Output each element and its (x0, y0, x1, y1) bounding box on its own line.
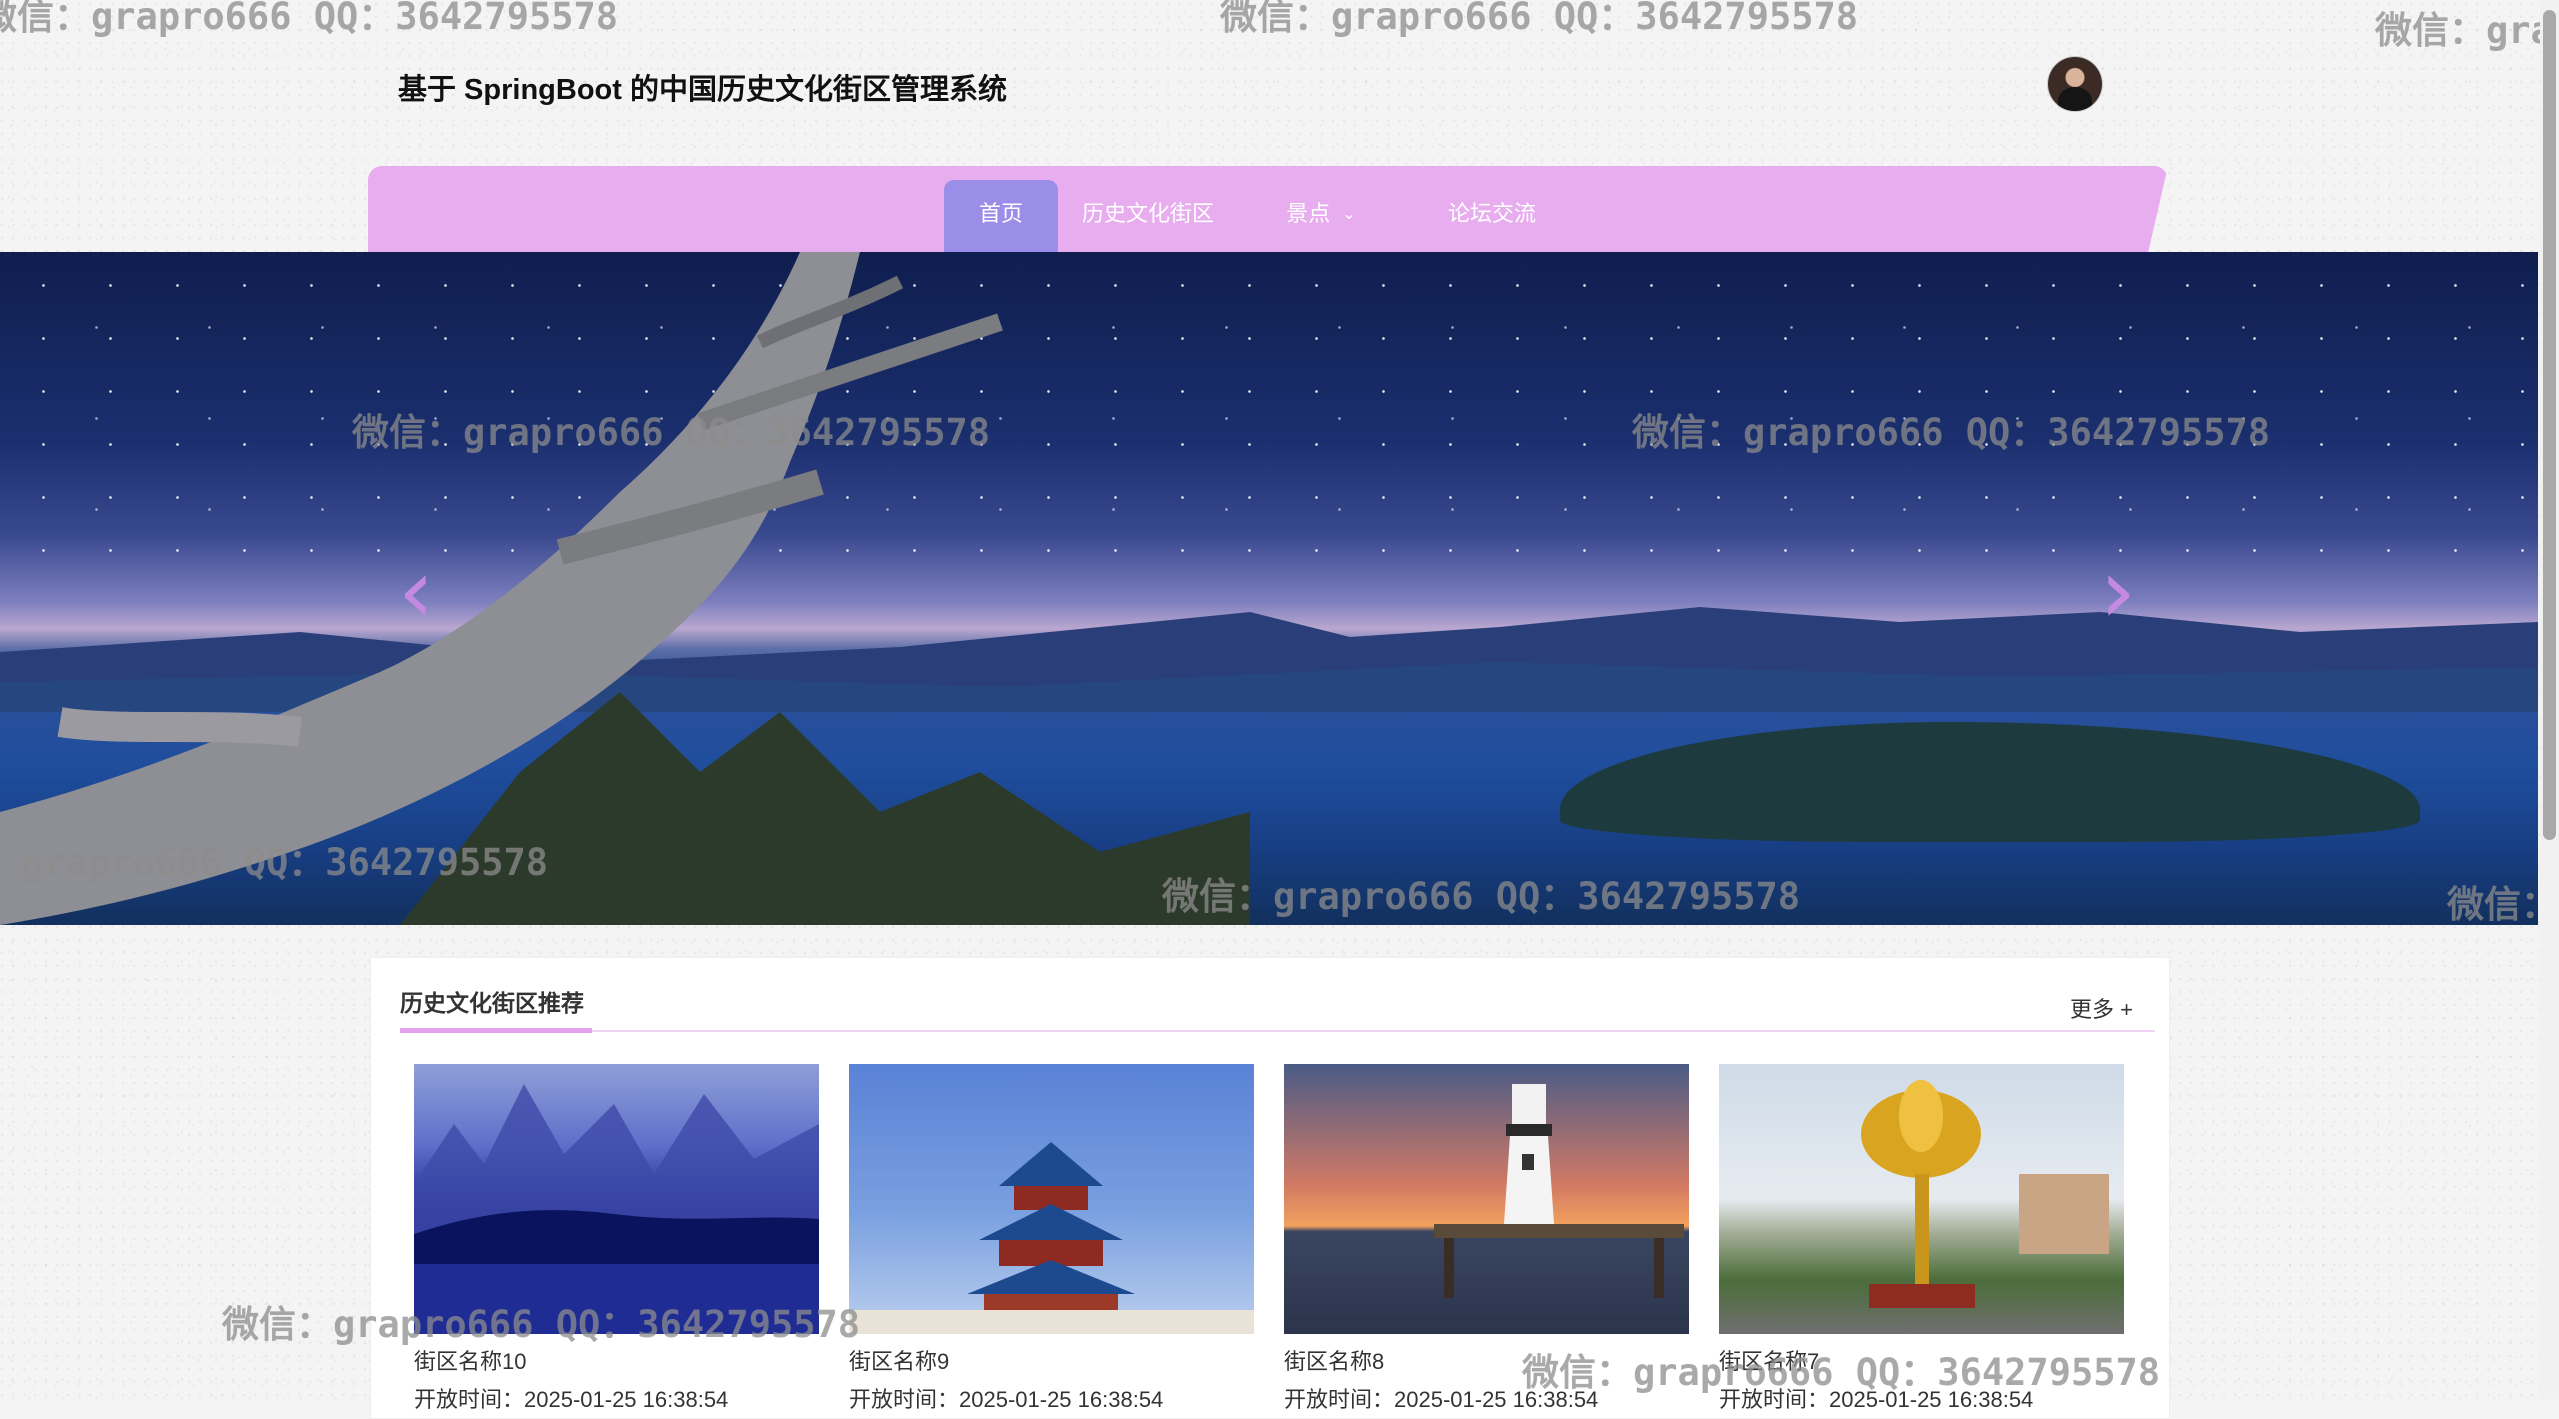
temple-of-heaven-image (849, 1142, 1254, 1334)
user-avatar[interactable] (2048, 57, 2102, 111)
district-card-image[interactable] (1719, 1064, 2124, 1334)
nav-item-forum[interactable]: 论坛交流 (1430, 180, 1554, 252)
recommend-title: 历史文化街区推荐 (400, 990, 584, 1016)
district-card-time: 开放时间：2025-01-25 16:38:54 (1719, 1387, 2034, 1412)
banner-prev-button[interactable]: ‹ (386, 547, 446, 637)
chevron-right-icon: › (2100, 539, 2136, 644)
nav-item-home-label: 首页 (978, 201, 1023, 226)
district-card[interactable]: 街区名称8 开放时间：2025-01-25 16:38:54 (1284, 1064, 1689, 1414)
district-card-name: 街区名称9 (849, 1349, 950, 1374)
site-title: 基于 SpringBoot 的中国历史文化街区管理系统 (398, 74, 1007, 106)
district-card-time: 开放时间：2025-01-25 16:38:54 (849, 1387, 1164, 1412)
nav-item-districts[interactable]: 历史文化街区 (1070, 180, 1226, 252)
banner-carousel[interactable]: ‹ › (0, 252, 2538, 925)
district-card-time: 开放时间：2025-01-25 16:38:54 (1284, 1387, 1599, 1412)
district-card-image[interactable] (1284, 1064, 1689, 1334)
page-scrollbar-thumb[interactable] (2543, 10, 2556, 840)
watermark: 微信：grapro666 QQ：3642795578 (1220, 0, 1859, 38)
district-card-name: 街区名称7 (1719, 1349, 1820, 1374)
karst-landscape-image (414, 1084, 819, 1334)
recommend-divider-accent (400, 1028, 592, 1033)
district-card-image[interactable] (414, 1064, 819, 1334)
chevron-left-icon: ‹ (398, 539, 434, 644)
district-card[interactable]: 街区名称7 开放时间：2025-01-25 16:38:54 (1719, 1064, 2124, 1414)
district-card[interactable]: 街区名称9 开放时间：2025-01-25 16:38:54 (849, 1064, 1254, 1414)
district-card-image[interactable] (849, 1064, 1254, 1334)
banner-next-button[interactable]: › (2088, 547, 2148, 637)
more-link[interactable]: 更多 + (2070, 992, 2133, 1024)
banner-island (1560, 722, 2420, 842)
nav-item-home[interactable]: 首页 (944, 180, 1058, 252)
nav-item-forum-label: 论坛交流 (1447, 201, 1536, 226)
district-card[interactable]: 街区名称10 开放时间：2025-01-25 16:38:54 (414, 1064, 819, 1414)
nav-item-attractions[interactable]: 景点 ⌄ (1246, 180, 1396, 252)
banner-tree (0, 252, 1250, 925)
district-card-time: 开放时间：2025-01-25 16:38:54 (414, 1387, 729, 1412)
district-card-name: 街区名称8 (1284, 1349, 1385, 1374)
watermark: 微信：grapro666 QQ：3642795578 (0, 0, 619, 38)
watermark: 微信：grapro666 QQ：3642795578 (2375, 9, 2559, 52)
chevron-down-icon: ⌄ (1342, 206, 1356, 224)
district-card-name: 街区名称10 (414, 1349, 527, 1374)
nav-item-attractions-label: 景点 (1286, 201, 1331, 226)
nav-item-districts-label: 历史文化街区 (1081, 201, 1214, 226)
recommend-divider (400, 1030, 2155, 1032)
golden-lotus-image (1861, 1080, 2109, 1308)
lighthouse-image (1434, 1084, 1684, 1298)
